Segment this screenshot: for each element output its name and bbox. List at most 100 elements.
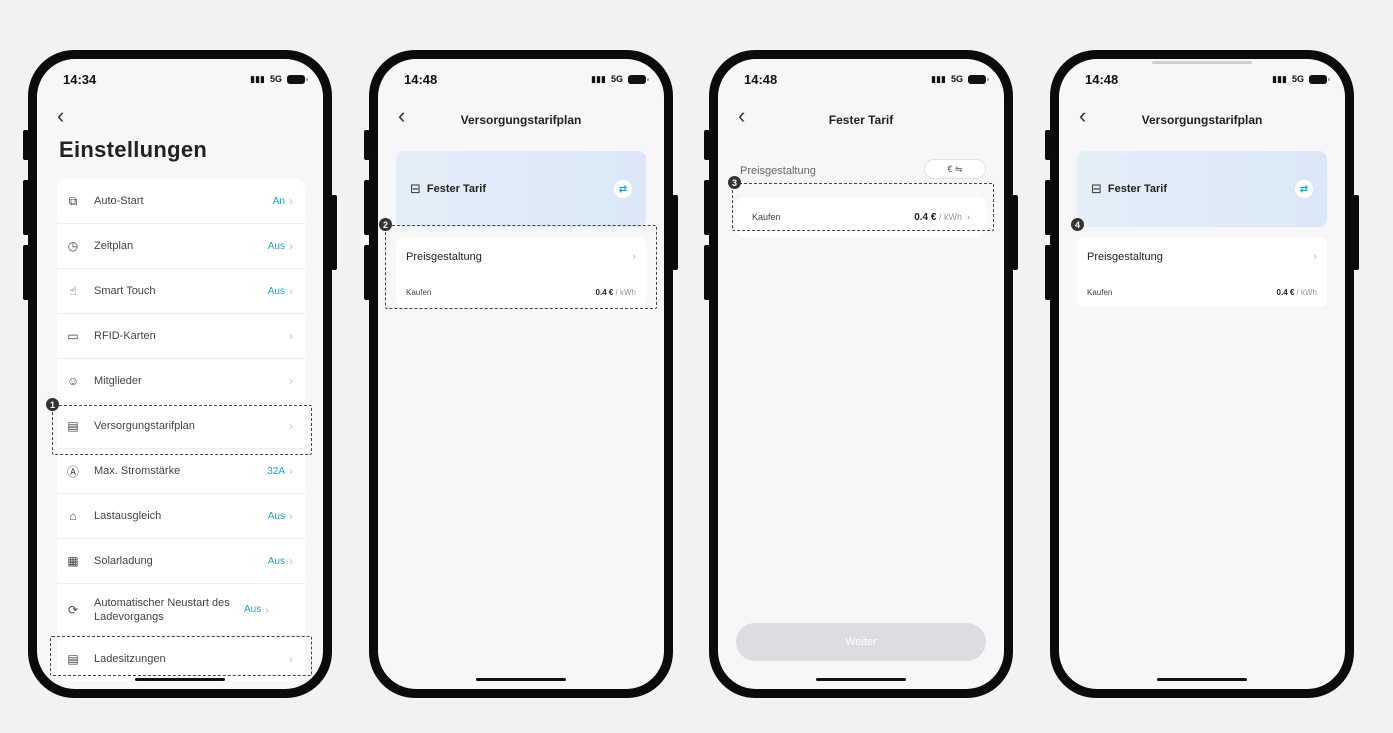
settings-row-label: Max. Stromstärke <box>94 465 181 477</box>
settings-row-value: Aus <box>267 555 285 567</box>
network-label: 5G <box>1291 74 1304 84</box>
status-time: 14:48 <box>1085 71 1119 87</box>
restart-icon: ⟳ <box>67 602 79 617</box>
pricing-card[interactable]: Preisgestaltung › Kaufen 0.4 € / kWh <box>1077 237 1327 307</box>
signal-icon: ▮▮▮ <box>931 73 946 84</box>
battery-icon <box>628 74 649 84</box>
signal-icon: ▮▮▮ <box>591 73 606 84</box>
screen-tariff-plan: 14:48 ▮▮▮ 5G ‹ Versorgungstarifplan ⊟ Fes… <box>378 59 664 689</box>
notch <box>1152 61 1252 64</box>
settings-row[interactable]: ☺ Mitglieder › <box>57 359 305 404</box>
network-label: 5G <box>610 74 623 84</box>
settings-row-value: An <box>272 195 285 207</box>
settings-row-value: Aus <box>267 240 285 252</box>
settings-row[interactable]: ▭ RFID-Karten › <box>57 314 305 359</box>
screen-settings: 14:34 ▮▮▮ 5G ‹ Einstellungen ⧉ Auto-Start A… <box>37 59 323 689</box>
battery-icon <box>968 74 989 84</box>
switch-icon[interactable]: ⇄ <box>1295 180 1313 198</box>
chevron-right-icon: › <box>289 374 293 388</box>
settings-row-label: RFID-Karten <box>94 330 156 342</box>
highlight-pricing <box>385 225 657 309</box>
phone-tariff-plan-result: 14:48 ▮▮▮ 5G ‹ Versorgungstarifplan ⊟ Fes… <box>1045 50 1359 698</box>
settings-row-label: Zeitplan <box>94 240 134 252</box>
settings-row-label: Lastausgleich <box>94 510 162 522</box>
back-icon[interactable]: ‹ <box>57 105 64 127</box>
tariff-label: Fester Tarif <box>426 183 486 195</box>
chevron-right-icon: › <box>289 329 293 343</box>
settings-row-label: Solarladung <box>94 555 153 567</box>
chevron-right-icon: › <box>265 602 270 617</box>
chevron-right-icon: › <box>1313 251 1317 263</box>
load-balance-icon: ⌂ <box>69 509 77 523</box>
settings-row[interactable]: ⟳ Automatischer Neustart des Ladevorgangs… <box>57 584 305 636</box>
members-icon: ☺ <box>66 374 80 388</box>
home-indicator <box>1157 678 1247 681</box>
screen-tariff-plan-result: 14:48 ▮▮▮ 5G ‹ Versorgungstarifplan ⊟ Fes… <box>1059 59 1345 689</box>
step-badge-4: 4 <box>1071 218 1084 231</box>
settings-row[interactable]: ▦ Solarladung Aus › <box>57 539 305 584</box>
chevron-right-icon: › <box>289 509 293 523</box>
settings-row[interactable]: ◷ Zeitplan Aus › <box>57 224 305 269</box>
chevron-right-icon: › <box>289 464 293 478</box>
page-title: Fester Tarif <box>828 113 894 127</box>
page-title: Versorgungstarifplan <box>460 113 582 127</box>
home-indicator <box>135 678 225 681</box>
page-title: Einstellungen <box>59 137 208 162</box>
highlight-sessions-row <box>50 636 312 676</box>
signal-icon: ▮▮▮ <box>1272 73 1287 84</box>
step-badge-2: 2 <box>379 218 392 231</box>
continue-button[interactable]: Weiter <box>736 623 986 661</box>
home-indicator <box>816 678 906 681</box>
phone-tariff-plan: 14:48 ▮▮▮ 5G ‹ Versorgungstarifplan ⊟ Fes… <box>364 50 678 698</box>
settings-row[interactable]: ⌂ Lastausgleich Aus › <box>57 494 305 539</box>
tariff-card[interactable]: ⊟ Fester Tarif ⇄ <box>1077 151 1327 227</box>
switch-icon[interactable]: ⇄ <box>614 180 632 198</box>
settings-row-value: 32A <box>267 465 285 477</box>
network-label: 5G <box>950 74 963 84</box>
step-badge-1: 1 <box>46 398 59 411</box>
clock-icon: ◷ <box>67 239 79 253</box>
chevron-right-icon: › <box>289 284 293 298</box>
price-value: 0.4 € <box>1276 287 1295 297</box>
currency-toggle[interactable]: € ⇋ <box>924 159 986 179</box>
status-bar: 14:34 ▮▮▮ 5G <box>63 69 308 89</box>
status-bar: 14:48 ▮▮▮ 5G <box>1085 69 1330 89</box>
signal-icon: ▮▮▮ <box>250 73 265 84</box>
chevron-right-icon: › <box>289 554 293 568</box>
status-time: 14:48 <box>404 71 438 87</box>
chevron-right-icon: › <box>289 239 293 253</box>
settings-row-label: Automatischer Neustart des Ladevorgangs <box>94 596 230 623</box>
price-unit: / kWh <box>1294 287 1317 297</box>
settings-row[interactable]: ☝ Smart Touch Aus › <box>57 269 305 314</box>
settings-row[interactable]: Ⓐ Max. Stromstärke 32A › <box>57 449 305 494</box>
highlight-tariff-row <box>52 405 312 455</box>
solar-icon: ▦ <box>67 554 79 568</box>
settings-row-label: Smart Touch <box>94 285 156 297</box>
status-time: 14:48 <box>744 71 778 87</box>
hand-touch-icon: ☝ <box>69 284 77 298</box>
battery-icon <box>1309 74 1330 84</box>
settings-row-label: Mitglieder <box>94 375 142 387</box>
status-time: 14:34 <box>63 71 97 87</box>
tariff-type-icon: ⊟ <box>1091 181 1102 196</box>
network-label: 5G <box>269 74 282 84</box>
phone-fixed-tariff: 14:48 ▮▮▮ 5G ‹ Fester Tarif Preisgestaltu… <box>704 50 1018 698</box>
highlight-buy-row <box>732 183 994 231</box>
step-badge-3: 3 <box>728 176 741 189</box>
pricing-label: Preisgestaltung <box>740 165 816 177</box>
pricing-label: Preisgestaltung <box>1087 251 1163 263</box>
settings-row-label: Auto-Start <box>94 195 144 207</box>
phone-settings: 14:34 ▮▮▮ 5G ‹ Einstellungen ⧉ Auto-Start A… <box>23 50 337 698</box>
screen-fixed-tariff: 14:48 ▮▮▮ 5G ‹ Fester Tarif Preisgestaltu… <box>718 59 1004 689</box>
chevron-right-icon: › <box>289 194 293 208</box>
settings-row-value: Aus <box>267 285 285 297</box>
page-title: Versorgungstarifplan <box>1141 113 1263 127</box>
settings-row-value: Aus <box>267 510 285 522</box>
buy-label: Kaufen <box>1087 287 1113 297</box>
tariff-type-icon: ⊟ <box>410 181 421 196</box>
battery-icon <box>287 74 308 84</box>
tariff-label: Fester Tarif <box>1107 183 1167 195</box>
settings-row[interactable]: ⧉ Auto-Start An › <box>57 179 305 224</box>
tariff-card[interactable]: ⊟ Fester Tarif ⇄ <box>396 151 646 227</box>
settings-row-value: Aus <box>244 604 262 615</box>
